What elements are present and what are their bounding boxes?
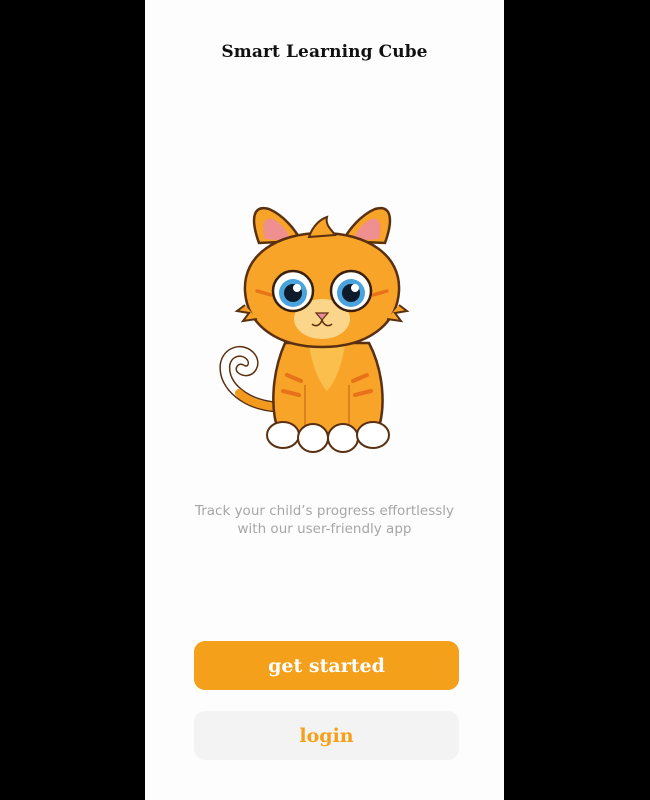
app-title: Smart Learning Cube xyxy=(221,42,428,62)
app-screen: Smart Learning Cube Track your child’s p… xyxy=(145,0,504,800)
tagline-line-1: Track your child’s progress effortlessly xyxy=(194,503,455,519)
tagline: Track your child’s progress effortlessly… xyxy=(165,502,484,538)
tagline-line-2: with our user-friendly app xyxy=(237,521,412,537)
get-started-button[interactable]: get started xyxy=(194,641,459,690)
login-button[interactable]: login xyxy=(194,711,459,760)
kitten-illustration xyxy=(219,206,410,453)
